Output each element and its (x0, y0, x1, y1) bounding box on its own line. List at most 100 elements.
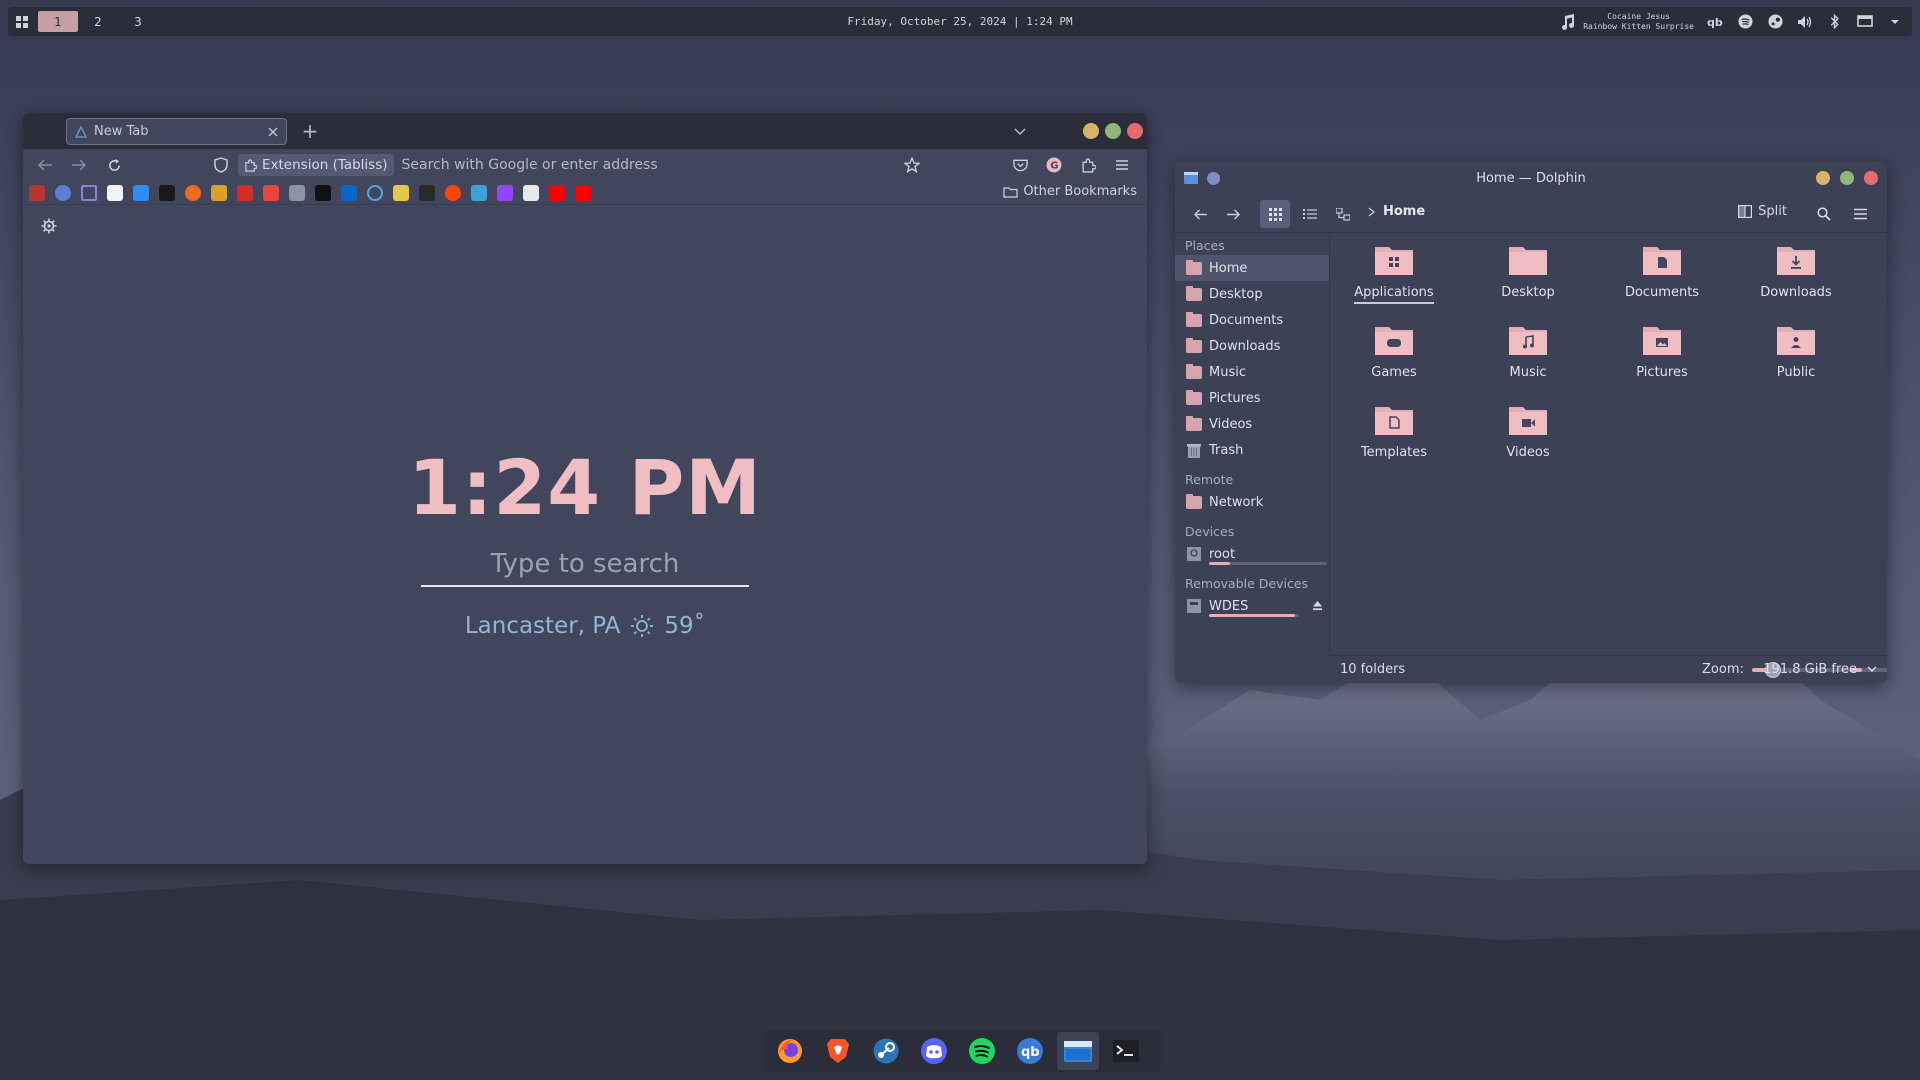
bookmark-bluesky-icon[interactable] (133, 185, 149, 201)
maximize-button[interactable] (1105, 123, 1121, 139)
now-playing-widget[interactable]: Cocaine Jesus Rainbow Kitten Surprise (1561, 12, 1694, 32)
other-bookmarks-button[interactable]: Other Bookmarks (1003, 184, 1137, 199)
folder-item-pictures[interactable]: Pictures (1602, 317, 1722, 389)
tabliss-settings-button[interactable] (41, 218, 59, 236)
folder-item-videos[interactable]: Videos (1468, 397, 1588, 469)
bookmark-red-icon[interactable] (237, 185, 253, 201)
sidebar-item-documents[interactable]: Documents (1175, 307, 1329, 333)
bookmark-w-icon[interactable] (419, 185, 435, 201)
browser-menu-button[interactable] (1112, 155, 1132, 175)
bookmark-gg-icon[interactable] (289, 185, 305, 201)
folder-item-downloads[interactable]: Downloads (1736, 237, 1856, 309)
volume-icon[interactable] (1796, 13, 1814, 31)
close-button[interactable] (1127, 123, 1143, 139)
bookmark-amazon-icon[interactable] (107, 185, 123, 201)
folder-item-music[interactable]: Music (1468, 317, 1588, 389)
qbittorrent-icon[interactable]: qb (1706, 13, 1724, 31)
forward-button[interactable] (1220, 202, 1246, 226)
bookmark-orange-icon[interactable] (185, 185, 201, 201)
bookmark-raspberry-icon[interactable] (29, 185, 45, 201)
back-button[interactable] (1187, 202, 1213, 226)
dock-app-steam[interactable] (865, 1032, 907, 1070)
address-bar[interactable]: Extension (Tabliss) Search with Google o… (234, 152, 924, 178)
eject-icon[interactable] (1312, 600, 1323, 611)
bookmark-linkedin-icon[interactable] (341, 185, 357, 201)
close-tab-icon[interactable] (268, 127, 278, 137)
display-icon[interactable] (1856, 13, 1874, 31)
minimize-button[interactable] (1816, 171, 1830, 185)
sidebar-item-trash[interactable]: Trash (1175, 437, 1329, 463)
chevron-down-icon[interactable] (1886, 13, 1904, 31)
spotify-icon[interactable] (1736, 13, 1754, 31)
bookmark-stripes-icon[interactable] (315, 185, 331, 201)
sidebar-item-pictures[interactable]: Pictures (1175, 385, 1329, 411)
account-avatar-button[interactable]: G (1044, 155, 1064, 175)
folder-item-games[interactable]: Games (1334, 317, 1454, 389)
bookmark-youtube-icon[interactable] (549, 185, 565, 201)
dock-app-dolphin[interactable] (1057, 1032, 1099, 1070)
folder-item-templates[interactable]: Templates (1334, 397, 1454, 469)
split-tree-view-button[interactable] (1330, 202, 1356, 226)
bookmark-globe-icon[interactable] (55, 185, 71, 201)
workspace-3-button[interactable]: 3 (118, 11, 158, 32)
bluetooth-icon[interactable] (1826, 13, 1844, 31)
breadcrumb-home[interactable]: Home (1383, 204, 1425, 219)
close-button[interactable] (1864, 171, 1878, 185)
dock-app-discord[interactable] (913, 1032, 955, 1070)
workspace-1-button[interactable]: 1 (38, 11, 78, 32)
bookmark-blue-icon[interactable] (471, 185, 487, 201)
search-button[interactable] (1811, 202, 1837, 226)
dock-app-qbittorrent[interactable]: qb (1009, 1032, 1051, 1070)
dolphin-menu-button[interactable] (1847, 202, 1873, 226)
details-view-button[interactable] (1297, 202, 1323, 226)
free-space-label[interactable]: 191.8 GiB free (1763, 662, 1857, 677)
sidebar-item-downloads[interactable]: Downloads (1175, 333, 1329, 359)
dock-app-brave[interactable] (817, 1032, 859, 1070)
bookmark-reddit-icon[interactable] (445, 185, 461, 201)
sidebar-item-root[interactable]: root (1175, 541, 1329, 567)
browser-tab-new-tab[interactable]: New Tab (66, 118, 287, 145)
tracking-protection-button[interactable] (211, 155, 231, 175)
bookmark-power-icon[interactable] (367, 185, 383, 201)
maximize-button[interactable] (1840, 171, 1854, 185)
steam-icon[interactable] (1766, 13, 1784, 31)
folder-item-documents[interactable]: Documents (1602, 237, 1722, 309)
bookmark-youtube-music-icon[interactable] (575, 185, 591, 201)
folder-item-public[interactable]: Public (1736, 317, 1856, 389)
bookmark-gmail-icon[interactable] (263, 185, 279, 201)
extension-identity-chip[interactable]: Extension (Tabliss) (238, 154, 394, 176)
bookmark-stack-icon[interactable] (211, 185, 227, 201)
extensions-button[interactable] (1078, 155, 1098, 175)
sidebar-item-videos[interactable]: Videos (1175, 411, 1329, 437)
back-button[interactable] (35, 155, 55, 175)
icons-view-button[interactable] (1260, 200, 1290, 228)
bookmark-star-button[interactable] (902, 155, 922, 175)
bookmark-tmz-icon[interactable] (523, 185, 539, 201)
list-all-tabs-button[interactable] (1013, 122, 1031, 140)
pocket-button[interactable] (1010, 155, 1030, 175)
space-info-dropdown[interactable] (1867, 662, 1877, 677)
sidebar-item-desktop[interactable]: Desktop (1175, 281, 1329, 307)
dock-app-terminal[interactable] (1105, 1032, 1147, 1070)
app-launcher-button[interactable] (8, 7, 36, 36)
sidebar-item-wdes[interactable]: WDES (1175, 593, 1329, 619)
breadcrumb[interactable]: Home (1368, 204, 1425, 219)
workspace-2-button[interactable]: 2 (78, 11, 118, 32)
bookmark-grid-icon[interactable] (393, 185, 409, 201)
bookmark-triangle-icon[interactable] (81, 185, 97, 201)
dock-app-spotify[interactable] (961, 1032, 1003, 1070)
reload-button[interactable] (104, 155, 124, 175)
folder-item-applications[interactable]: Applications (1334, 237, 1454, 309)
sidebar-item-music[interactable]: Music (1175, 359, 1329, 385)
split-button[interactable]: Split (1738, 204, 1787, 219)
bookmark-twitch-icon[interactable] (497, 185, 513, 201)
bookmark-bolt-icon[interactable] (159, 185, 175, 201)
sidebar-item-home[interactable]: Home (1175, 255, 1329, 281)
forward-button[interactable] (69, 155, 89, 175)
tabliss-search-input[interactable] (421, 544, 749, 584)
new-tab-button[interactable]: + (298, 119, 322, 143)
minimize-button[interactable] (1083, 123, 1099, 139)
folder-item-desktop[interactable]: Desktop (1468, 237, 1588, 309)
sidebar-item-network[interactable]: Network (1175, 489, 1329, 515)
dock-app-firefox[interactable] (769, 1032, 811, 1070)
